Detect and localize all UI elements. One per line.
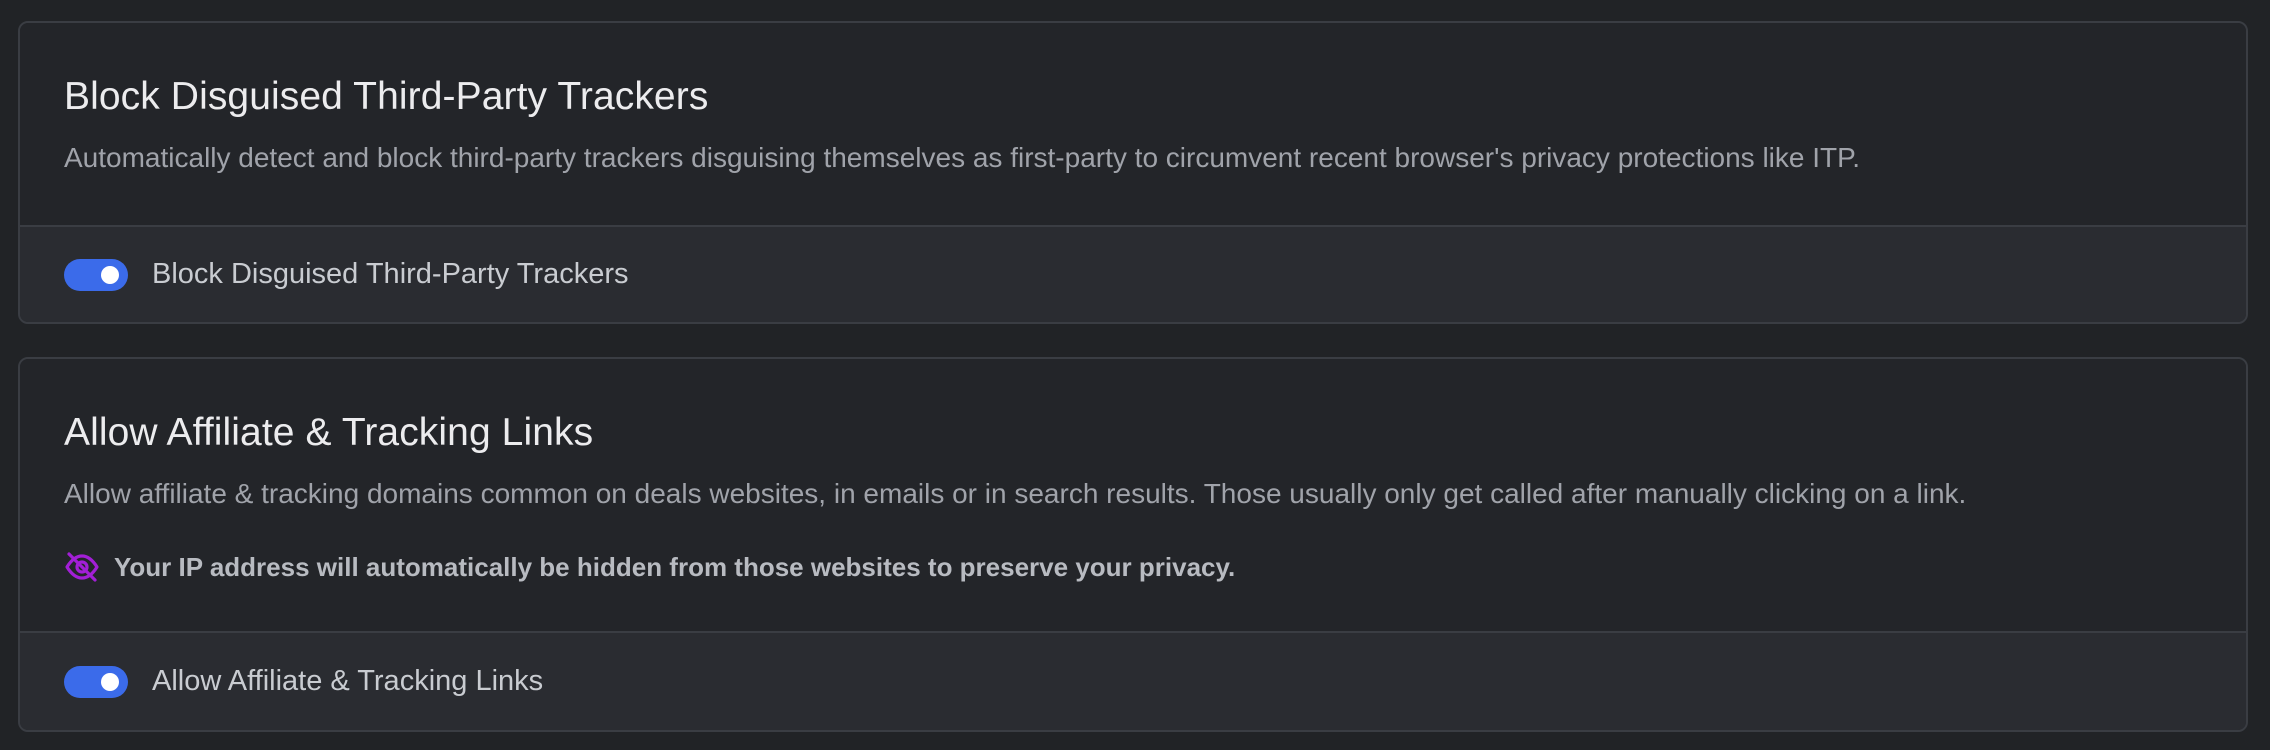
card-footer: Allow Affiliate & Tracking Links [20,631,2246,730]
privacy-note-text: Your IP address will automatically be hi… [114,551,1236,582]
card-footer: Block Disguised Third-Party Trackers [20,225,2246,322]
block-disguised-trackers-toggle[interactable] [64,258,128,291]
eye-slash-icon [64,549,100,585]
allow-affiliate-links-toggle-row[interactable]: Allow Affiliate & Tracking Links [64,633,543,730]
card-body: Allow Affiliate & Tracking Links Allow a… [20,359,2246,631]
section-description: Automatically detect and block third-par… [64,142,1860,173]
toggle-label: Allow Affiliate & Tracking Links [152,665,544,697]
block-disguised-trackers-toggle-row[interactable]: Block Disguised Third-Party Trackers [64,227,629,322]
allow-affiliate-links-toggle[interactable] [64,665,128,698]
toggle-label: Block Disguised Third-Party Trackers [152,258,629,290]
toggle-knob [101,265,119,284]
section-description: Allow affiliate & tracking domains commo… [64,478,1967,509]
section-title: Block Disguised Third-Party Trackers [64,75,709,118]
privacy-note: Your IP address will automatically be hi… [64,549,1235,585]
settings-page: Block Disguised Third-Party Trackers Aut… [0,0,2270,750]
allow-affiliate-links-card: Allow Affiliate & Tracking Links Allow a… [18,357,2248,732]
card-body: Block Disguised Third-Party Trackers Aut… [20,23,2246,225]
block-disguised-trackers-card: Block Disguised Third-Party Trackers Aut… [18,21,2248,324]
section-title: Allow Affiliate & Tracking Links [64,411,594,454]
toggle-knob [101,672,119,691]
